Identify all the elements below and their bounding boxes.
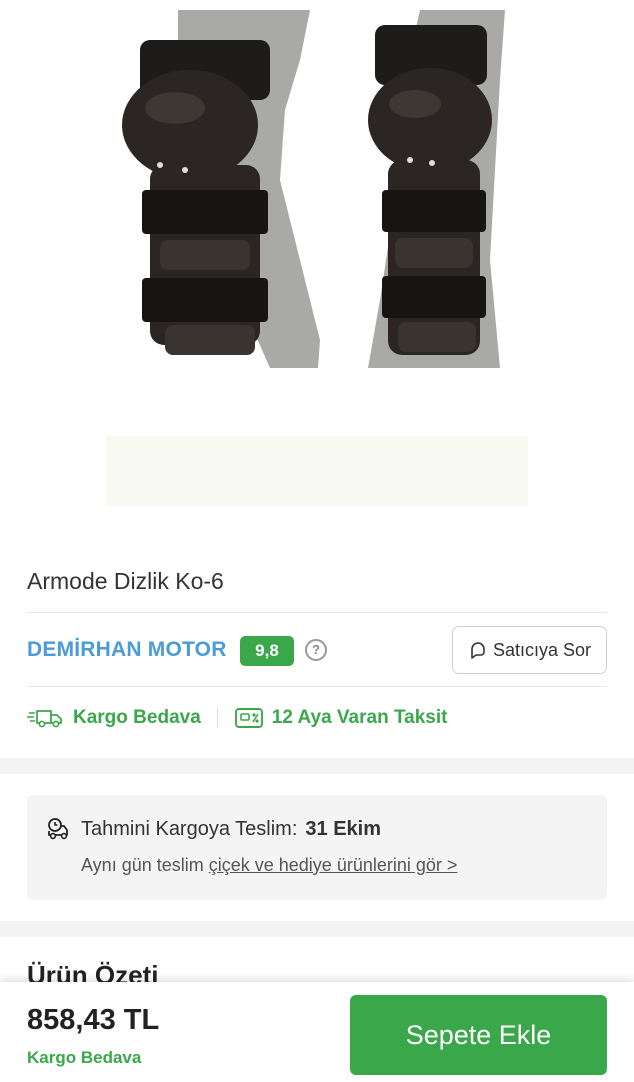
sameday-text: Aynı gün teslim xyxy=(81,855,204,875)
section-separator xyxy=(0,921,634,937)
free-shipping-label: Kargo Bedava xyxy=(73,707,201,728)
delivery-truck-icon xyxy=(48,818,68,840)
delivery-estimate: Tahmini Kargoya Teslim: 31 Ekim xyxy=(47,817,381,841)
add-to-cart-button[interactable]: Sepete Ekle xyxy=(350,995,607,1075)
ask-seller-label: Satıcıya Sor xyxy=(492,639,592,660)
sameday-delivery-line: Aynı gün teslim çiçek ve hediye ürünleri… xyxy=(81,855,457,876)
divider xyxy=(27,686,607,687)
question-circle-icon[interactable]: ? xyxy=(305,639,327,661)
seller-score-badge: 9,8 xyxy=(240,636,294,666)
delivery-label: Tahmini Kargoya Teslim: xyxy=(81,817,298,840)
divider xyxy=(216,708,218,728)
sameday-products-link[interactable]: çiçek ve hediye ürünlerini gör > xyxy=(209,855,458,875)
bottom-purchase-bar: 858,43 TL Kargo Bedava Sepete Ekle xyxy=(0,982,634,1082)
product-title: Armode Dizlik Ko-6 xyxy=(27,568,224,594)
installment-label: 12 Aya Varan Taksit xyxy=(271,707,448,728)
bottom-free-shipping-label: Kargo Bedava xyxy=(27,1048,142,1067)
price: 858,43 TL xyxy=(27,1004,160,1036)
seller-row: DEMİRHAN MOTOR 9,8 ? Satıcıya Sor xyxy=(27,626,607,674)
installment-card-icon xyxy=(234,708,263,728)
delivery-estimate-card: Tahmini Kargoya Teslim: 31 Ekim Aynı gün… xyxy=(27,795,607,900)
divider xyxy=(27,612,607,613)
installment-benefit: 12 Aya Varan Taksit xyxy=(234,706,448,730)
benefits-row: Kargo Bedava 12 Aya Varan Taksit xyxy=(27,700,607,736)
ask-seller-button[interactable]: Satıcıya Sor xyxy=(452,626,607,674)
section-separator xyxy=(0,758,634,774)
free-shipping-benefit: Kargo Bedava xyxy=(27,707,201,729)
image-caption-bar xyxy=(106,436,528,506)
truck-icon xyxy=(27,710,62,728)
product-image[interactable] xyxy=(0,0,634,540)
seller-name-link[interactable]: DEMİRHAN MOTOR xyxy=(27,638,227,662)
delivery-date: 31 Ekim xyxy=(305,817,381,840)
chat-bubble-icon xyxy=(471,642,485,659)
